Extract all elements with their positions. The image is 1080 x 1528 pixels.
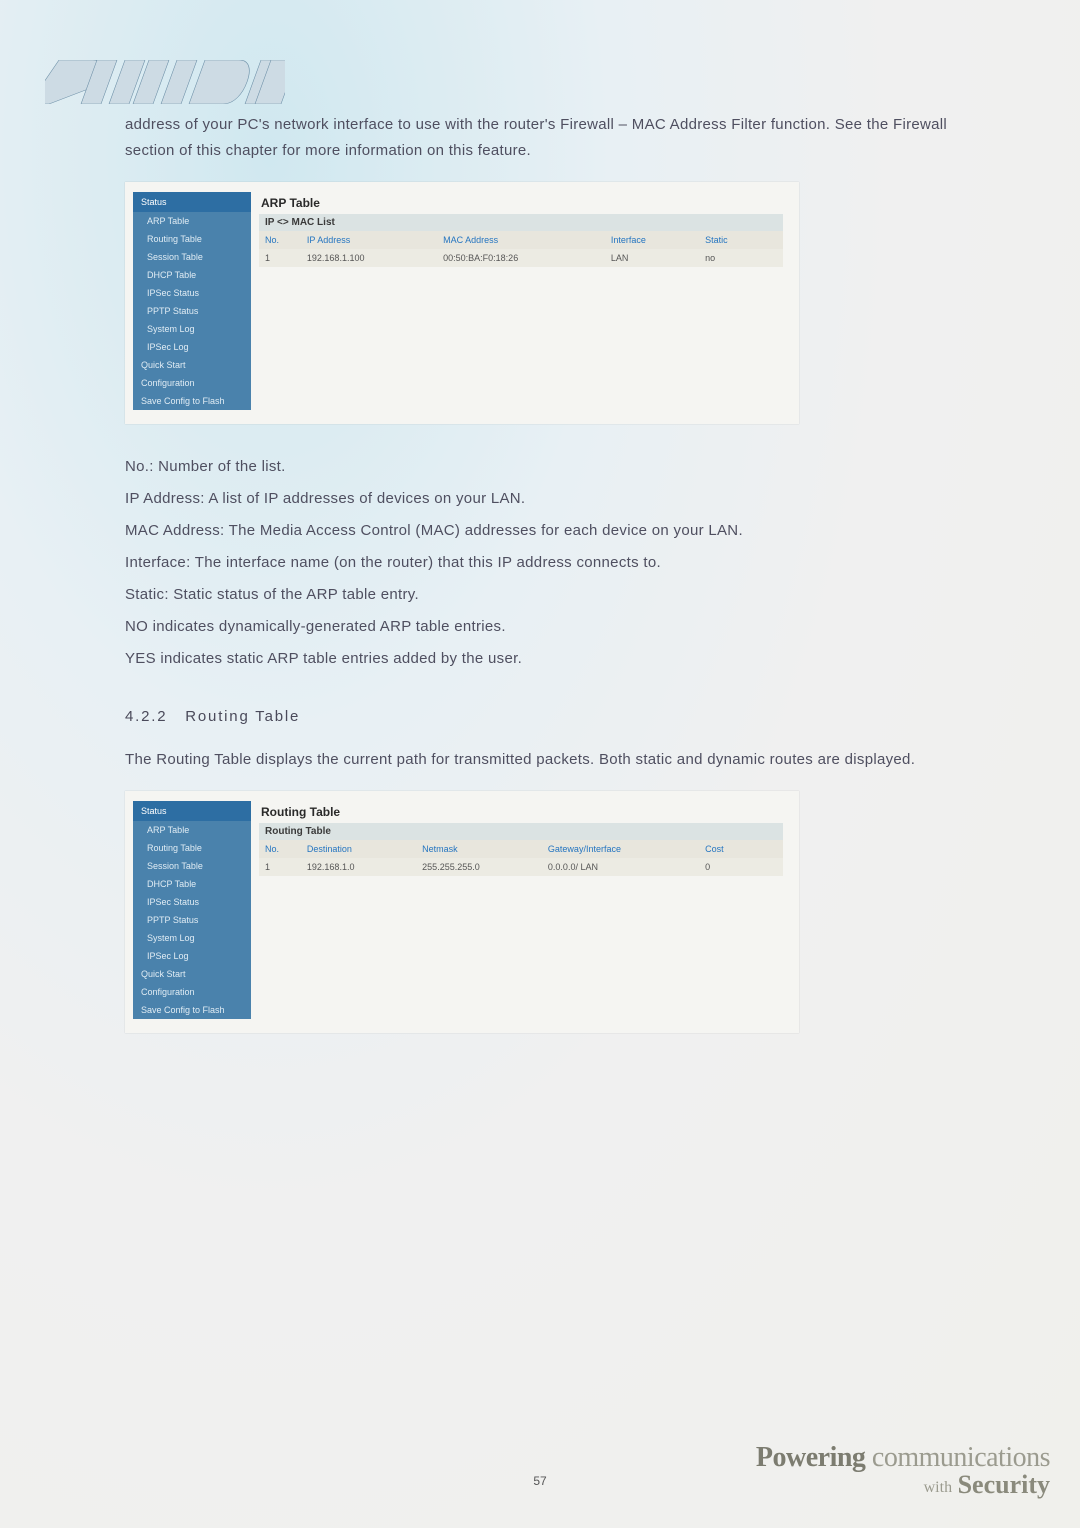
panel-title: Routing Table [259,801,783,823]
field-definitions: No.: Number of the list. IP Address: A l… [125,454,975,672]
def-mac: MAC Address: The Media Access Control (M… [125,518,975,544]
sidebar-item-config[interactable]: Configuration [133,983,251,1001]
table-row: 1 192.168.1.100 00:50:BA:F0:18:26 LAN no [259,249,783,267]
col-ip: IP Address [301,231,437,249]
col-iface: Interface [605,231,699,249]
sidebar-item-pptp[interactable]: PPTP Status [133,302,251,320]
cell-iface: LAN [605,249,699,267]
sidebar-item-syslog[interactable]: System Log [133,320,251,338]
arp-screenshot: Status ARP Table Routing Table Session T… [125,182,799,424]
col-cost: Cost [699,840,783,858]
sidebar-item-session[interactable]: Session Table [133,857,251,875]
cell-dest: 192.168.1.0 [301,858,416,876]
col-gateway: Gateway/Interface [542,840,699,858]
sidebar-item-dhcp[interactable]: DHCP Table [133,875,251,893]
arp-table: No. IP Address MAC Address Interface Sta… [259,231,783,267]
brand-logo [45,60,975,104]
table-header-row: No. Destination Netmask Gateway/Interfac… [259,840,783,858]
col-mac: MAC Address [437,231,605,249]
col-no: No. [259,840,301,858]
cell-gw: 0.0.0.0/ LAN [542,858,699,876]
def-iface: Interface: The interface name (on the ro… [125,550,975,576]
sidebar-item-arp[interactable]: ARP Table [133,821,251,839]
cell-static: no [699,249,783,267]
def-no-line: NO indicates dynamically-generated ARP t… [125,614,975,640]
sidebar-item-ipsec-status[interactable]: IPSec Status [133,893,251,911]
section-heading: 4.2.2 Routing Table [125,708,975,725]
cell-ip: 192.168.1.100 [301,249,437,267]
routing-intro: The Routing Table displays the current p… [125,747,975,773]
cell-no: 1 [259,249,301,267]
sidebar-header[interactable]: Status [133,192,251,212]
sidebar-item-save[interactable]: Save Config to Flash [133,1001,251,1019]
def-ip: IP Address: A list of IP addresses of de… [125,486,975,512]
sidebar-header[interactable]: Status [133,801,251,821]
def-yes-line: YES indicates static ARP table entries a… [125,646,975,672]
sidebar-item-routing[interactable]: Routing Table [133,839,251,857]
sidebar: Status ARP Table Routing Table Session T… [133,801,251,1019]
col-dest: Destination [301,840,416,858]
col-netmask: Netmask [416,840,542,858]
footer-tagline: Powering communications with Security [756,1442,1050,1500]
cell-no: 1 [259,858,301,876]
sidebar-item-ipsec-log[interactable]: IPSec Log [133,338,251,356]
table-header-row: No. IP Address MAC Address Interface Sta… [259,231,783,249]
cell-mac: 00:50:BA:F0:18:26 [437,249,605,267]
cell-cost: 0 [699,858,783,876]
sidebar-item-config[interactable]: Configuration [133,374,251,392]
def-no: No.: Number of the list. [125,454,975,480]
sidebar-item-syslog[interactable]: System Log [133,929,251,947]
panel-title: ARP Table [259,192,783,214]
sidebar-item-quickstart[interactable]: Quick Start [133,965,251,983]
routing-table: No. Destination Netmask Gateway/Interfac… [259,840,783,876]
intro-paragraph: address of your PC's network interface t… [125,112,975,164]
sidebar-item-routing[interactable]: Routing Table [133,230,251,248]
sidebar-item-ipsec-status[interactable]: IPSec Status [133,284,251,302]
sidebar-item-dhcp[interactable]: DHCP Table [133,266,251,284]
sidebar-item-quickstart[interactable]: Quick Start [133,356,251,374]
sidebar-item-session[interactable]: Session Table [133,248,251,266]
routing-screenshot: Status ARP Table Routing Table Session T… [125,791,799,1033]
panel-subtitle: IP <> MAC List [259,214,783,231]
sidebar-item-arp[interactable]: ARP Table [133,212,251,230]
section-title: Routing Table [185,708,300,725]
sidebar-item-ipsec-log[interactable]: IPSec Log [133,947,251,965]
table-row: 1 192.168.1.0 255.255.255.0 0.0.0.0/ LAN… [259,858,783,876]
section-number: 4.2.2 [125,708,167,725]
sidebar: Status ARP Table Routing Table Session T… [133,192,251,410]
col-no: No. [259,231,301,249]
panel-subtitle: Routing Table [259,823,783,840]
col-static: Static [699,231,783,249]
cell-mask: 255.255.255.0 [416,858,542,876]
sidebar-item-save[interactable]: Save Config to Flash [133,392,251,410]
def-static: Static: Static status of the ARP table e… [125,582,975,608]
sidebar-item-pptp[interactable]: PPTP Status [133,911,251,929]
